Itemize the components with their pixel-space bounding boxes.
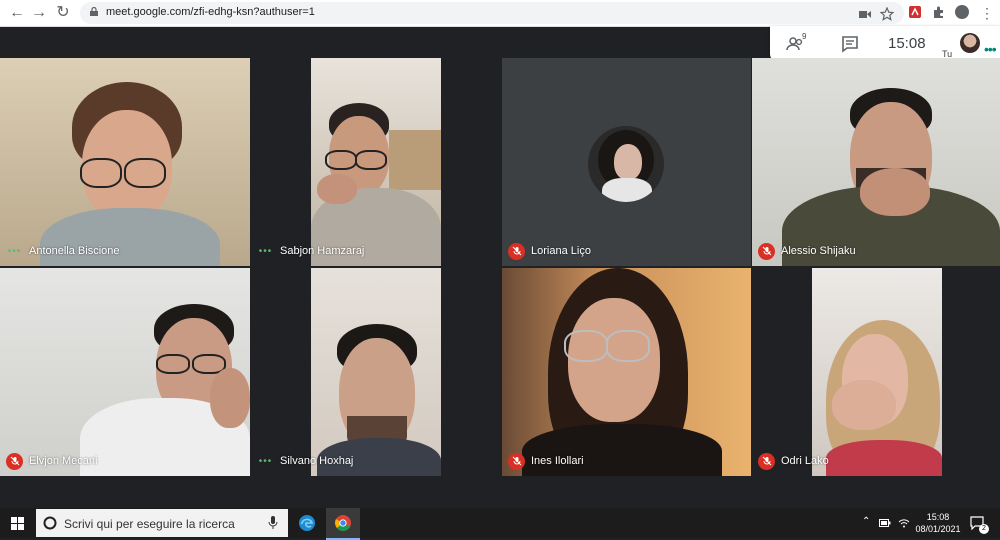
browser-toolbar: ← → ↻ meet.google.com/zfi-edhg-ksn?authu… (0, 0, 1000, 27)
participant-name-bar: Ines Ilollari (508, 452, 584, 470)
forward-icon[interactable]: → (30, 4, 48, 22)
browser-menu-icon[interactable]: ⋮ (978, 4, 996, 22)
extensions-puzzle-icon[interactable] (932, 5, 946, 19)
participant-name-bar: Odri Lako (758, 452, 829, 470)
participant-name: Silvano Hoxhaj (280, 455, 354, 467)
participant-avatar (588, 126, 664, 202)
participant-name: Sabjon Hamzaraj (280, 245, 365, 257)
reload-icon[interactable]: ↻ (54, 4, 72, 22)
participant-tile[interactable]: Loriana Liço (502, 58, 751, 266)
participant-tile[interactable]: ••• Sabjon Hamzaraj (251, 58, 501, 266)
participants-count-badge: 9 (802, 32, 807, 41)
notification-count-badge: 2 (979, 524, 989, 534)
taskbar-time: 15:08 (926, 512, 950, 522)
bookmark-star-icon[interactable] (880, 7, 894, 21)
meeting-clock: 15:08 (888, 35, 926, 52)
taskbar-date: 08/01/2021 (915, 524, 961, 534)
back-icon[interactable]: ← (8, 4, 26, 22)
meet-top-bar: 9 15:08 Tu ••• (770, 26, 1000, 62)
participant-tile[interactable]: Alessio Shijaku (752, 58, 1000, 266)
taskbar-search-placeholder: Scrivi qui per eseguire la ricerca (64, 517, 235, 531)
participant-name: Antonella Biscione (29, 245, 120, 257)
participant-tile[interactable]: ••• Antonella Biscione (0, 58, 250, 266)
speaking-indicator-icon: ••• (258, 455, 273, 467)
participant-tile[interactable]: ••• Silvano Hoxhaj (251, 268, 501, 476)
participant-name-bar: ••• Silvano Hoxhaj (257, 452, 354, 470)
speaking-indicator-icon: ••• (258, 245, 273, 257)
url-text: meet.google.com/zfi-edhg-ksn?authuser=1 (106, 6, 315, 18)
pdf-extension-icon[interactable] (908, 5, 922, 19)
participant-tile[interactable]: Elvjon Mecani (0, 268, 250, 476)
mic-off-icon (508, 452, 525, 470)
mic-off-icon (6, 452, 23, 470)
participant-tile[interactable]: Ines Ilollari (502, 268, 751, 476)
participant-name-bar: Loriana Liço (508, 242, 591, 260)
participant-name-bar: Alessio Shijaku (758, 242, 856, 260)
microphone-icon[interactable] (268, 516, 278, 530)
participant-tile[interactable]: Odri Lako (752, 268, 1000, 476)
participant-name: Alessio Shijaku (781, 245, 856, 257)
chat-icon[interactable] (840, 34, 860, 54)
participant-name-bar: Elvjon Mecani (6, 452, 97, 470)
lock-icon (90, 7, 98, 16)
edge-browser-icon[interactable] (298, 514, 316, 532)
profile-avatar[interactable] (955, 5, 969, 19)
self-audio-indicator: ••• (984, 41, 997, 57)
windows-taskbar: Scrivi qui per eseguire la ricerca ⌃ 15:… (0, 508, 1000, 540)
cortana-circle-icon (43, 516, 57, 530)
participant-name: Elvjon Mecani (29, 455, 98, 467)
participant-name: Ines Ilollari (531, 455, 584, 467)
taskbar-search-box[interactable]: Scrivi qui per eseguire la ricerca (36, 509, 288, 537)
participant-name-bar: ••• Antonella Biscione (6, 242, 120, 260)
chrome-taskbar-button[interactable] (326, 508, 360, 540)
participant-name-bar: ••• Sabjon Hamzaraj (257, 242, 365, 260)
mic-off-icon (508, 242, 525, 260)
camera-icon[interactable] (858, 7, 872, 21)
taskbar-clock[interactable]: 15:08 08/01/2021 (914, 511, 962, 535)
participant-name: Odri Lako (781, 455, 829, 467)
participant-name: Loriana Liço (531, 245, 591, 257)
address-bar[interactable]: meet.google.com/zfi-edhg-ksn?authuser=1 (80, 2, 904, 24)
chrome-icon (335, 515, 351, 531)
wifi-icon[interactable] (898, 517, 910, 529)
battery-icon[interactable] (879, 518, 891, 528)
windows-start-icon[interactable] (11, 517, 24, 530)
mic-off-icon (758, 242, 775, 260)
speaking-indicator-icon: ••• (7, 245, 22, 257)
mic-off-icon (758, 452, 775, 470)
tray-chevron-icon[interactable]: ⌃ (862, 516, 870, 527)
self-avatar[interactable] (960, 33, 980, 53)
